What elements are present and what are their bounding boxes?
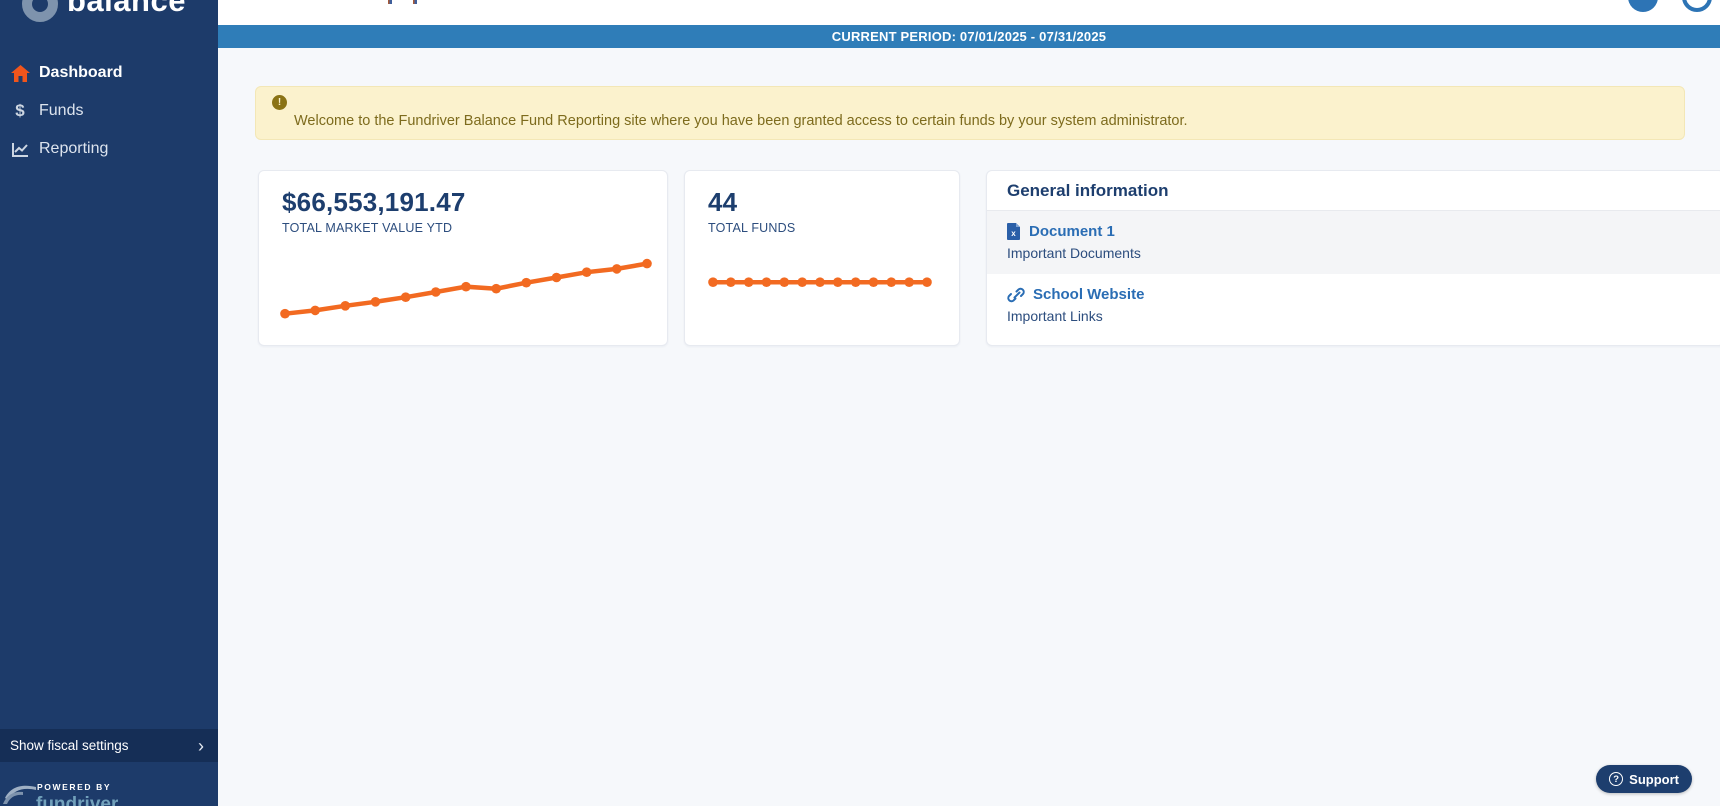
brand-name: balance [67, 0, 186, 18]
sidebar-item-reporting[interactable]: Reporting [0, 130, 218, 168]
notifications-icon[interactable] [1628, 0, 1658, 12]
sidebar-nav: Dashboard $ Funds Reporting [0, 54, 218, 168]
general-information-header: General information [987, 171, 1720, 211]
document-link[interactable]: Document 1 [1029, 223, 1115, 240]
document-subtitle: Important Documents [1007, 245, 1141, 261]
general-information-panel: General information x Document 1 Importa… [986, 170, 1720, 346]
line-chart-icon [8, 142, 32, 157]
cutoff-text-artifact [388, 0, 392, 4]
current-period-text: CURRENT PERIOD: 07/01/2025 - 07/31/2025 [831, 29, 1107, 44]
fiscal-settings-label: Show fiscal settings [10, 738, 129, 753]
welcome-alert: ! Welcome to the Fundriver Balance Fund … [255, 86, 1685, 140]
sidebar-item-funds[interactable]: $ Funds [0, 92, 218, 130]
home-icon [8, 64, 32, 82]
file-document-icon: x [1007, 223, 1020, 240]
dollar-icon: $ [15, 101, 25, 120]
user-profile-icon[interactable] [1682, 0, 1712, 12]
support-button[interactable]: ? Support [1596, 765, 1692, 793]
sidebar-item-dashboard[interactable]: Dashboard [0, 54, 218, 92]
list-item-website: School Website Important Links [987, 274, 1720, 337]
powered-by-label: POWERED BY [37, 782, 112, 792]
sidebar: balance Dashboard $ Funds Reporting Show… [0, 0, 218, 806]
total-market-value-card: $66,553,191.47 TOTAL MARKET VALUE YTD [258, 170, 668, 346]
total-funds-label: TOTAL FUNDS [708, 221, 796, 235]
current-period-banner: CURRENT PERIOD: 07/01/2025 - 07/31/2025 [218, 25, 1720, 48]
total-market-value-label: TOTAL MARKET VALUE YTD [282, 221, 453, 235]
show-fiscal-settings-toggle[interactable]: Show fiscal settings › [0, 729, 218, 762]
website-link-row[interactable]: School Website [1007, 286, 1704, 303]
fundriver-wordmark: fundriver [36, 794, 119, 806]
question-circle-icon: ? [1609, 772, 1624, 786]
brand-logo: balance [0, 0, 218, 24]
sidebar-item-label: Funds [39, 102, 84, 119]
market-value-sparkline [280, 258, 652, 319]
general-information-title: General information [1007, 180, 1169, 200]
sidebar-item-label: Reporting [39, 140, 109, 157]
balance-logo-icon [22, 0, 58, 22]
list-item-document: x Document 1 Important Documents [987, 211, 1720, 274]
exclamation-circle-icon: ! [272, 95, 287, 110]
svg-text:x: x [1011, 229, 1016, 238]
document-link-row[interactable]: x Document 1 [1007, 223, 1704, 240]
total-funds-sparkline [708, 277, 932, 287]
powered-by-footer: POWERED BY fundriver [0, 766, 218, 806]
dashboard-cards: $66,553,191.47 TOTAL MARKET VALUE YTD 44… [258, 170, 1720, 346]
main-area: CURRENT PERIOD: 07/01/2025 - 07/31/2025 … [218, 0, 1720, 806]
cutoff-text-artifact [413, 0, 417, 4]
sidebar-item-label: Dashboard [39, 64, 123, 81]
top-bar [218, 0, 1720, 25]
website-subtitle: Important Links [1007, 308, 1103, 324]
school-website-link[interactable]: School Website [1033, 286, 1144, 303]
support-button-label: Support [1629, 771, 1679, 787]
welcome-alert-text: Welcome to the Fundriver Balance Fund Re… [294, 113, 1188, 129]
chevron-right-icon: › [198, 735, 204, 756]
total-funds-card: 44 TOTAL FUNDS [684, 170, 960, 346]
link-icon [1007, 287, 1025, 302]
total-funds-value: 44 [708, 187, 738, 217]
fundriver-logo-icon [3, 785, 36, 804]
total-market-value: $66,553,191.47 [282, 187, 466, 217]
